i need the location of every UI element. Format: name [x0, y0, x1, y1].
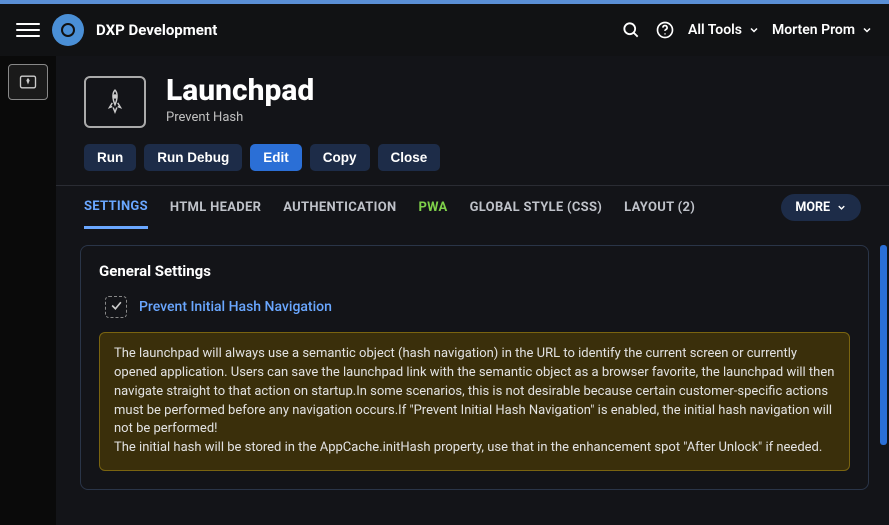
prevent-hash-label: Prevent Initial Hash Navigation: [139, 299, 332, 315]
tab-html-header[interactable]: HTML HEADER: [170, 188, 261, 227]
close-button[interactable]: Close: [378, 144, 441, 171]
menu-icon[interactable]: [16, 18, 40, 42]
more-label: MORE: [795, 200, 830, 215]
page-title: Launchpad: [166, 76, 314, 106]
all-tools-label: All Tools: [688, 22, 742, 38]
scrollbar[interactable]: [880, 245, 887, 445]
app-logo: [52, 14, 84, 46]
user-name-label: Morten Prom: [772, 22, 855, 38]
general-settings-panel: General Settings Prevent Initial Hash Na…: [80, 245, 869, 490]
tab-global-style[interactable]: GLOBAL STYLE (CSS): [470, 188, 603, 227]
prevent-hash-checkbox[interactable]: [105, 296, 127, 318]
page-icon: [84, 76, 146, 128]
help-icon[interactable]: [654, 19, 676, 41]
note-paragraph-1: The launchpad will always use a semantic…: [114, 345, 835, 439]
tab-pwa[interactable]: PWA: [418, 188, 447, 227]
tab-authentication[interactable]: AUTHENTICATION: [283, 188, 396, 227]
edit-button[interactable]: Edit: [250, 144, 302, 171]
tab-settings[interactable]: SETTINGS: [84, 187, 148, 229]
all-tools-dropdown[interactable]: All Tools: [688, 22, 760, 38]
app-title: DXP Development: [96, 21, 217, 39]
sidebar-item-launchpad[interactable]: [8, 64, 48, 100]
note-paragraph-2: The initial hash will be stored in the A…: [114, 439, 835, 458]
info-note: The launchpad will always use a semantic…: [99, 332, 850, 471]
tab-layout[interactable]: LAYOUT (2): [624, 188, 695, 227]
user-dropdown[interactable]: Morten Prom: [772, 22, 873, 38]
page-subtitle: Prevent Hash: [166, 110, 314, 125]
more-button[interactable]: MORE: [781, 194, 861, 221]
copy-button[interactable]: Copy: [310, 144, 370, 171]
run-button[interactable]: Run: [84, 144, 136, 171]
run-debug-button[interactable]: Run Debug: [144, 144, 242, 171]
check-icon: [110, 299, 123, 316]
search-icon[interactable]: [620, 19, 642, 41]
panel-heading: General Settings: [99, 262, 850, 280]
